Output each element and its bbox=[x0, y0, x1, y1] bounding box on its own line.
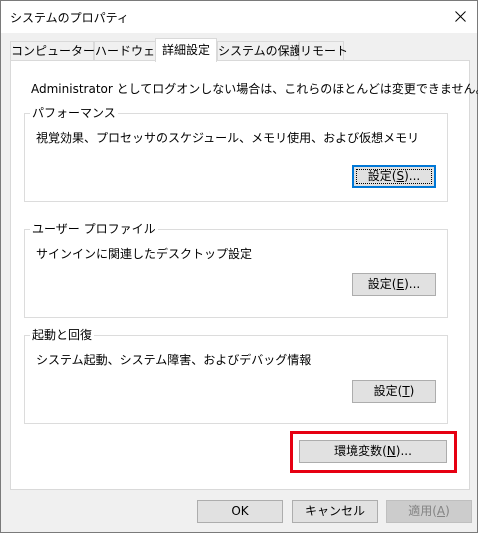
tab-hardware[interactable]: ハードウェア bbox=[94, 41, 167, 60]
apply-button[interactable]: 適用(A) bbox=[386, 500, 472, 523]
button-label-suffix: )... bbox=[404, 169, 421, 183]
button-label: キャンセル bbox=[304, 504, 365, 518]
tab-label: コンピューター名 bbox=[11, 44, 108, 58]
user-profile-group-title: ユーザー プロファイル bbox=[30, 222, 158, 236]
mnemonic: A bbox=[436, 504, 446, 518]
cancel-button[interactable]: キャンセル bbox=[292, 500, 378, 523]
startup-recovery-settings-button[interactable]: 設定(T) bbox=[352, 380, 436, 403]
performance-group-title: パフォーマンス bbox=[30, 106, 118, 120]
window-title: システムのプロパティ bbox=[10, 11, 129, 25]
button-label: 設定( bbox=[367, 277, 397, 291]
mnemonic: N bbox=[386, 444, 396, 458]
startup-recovery-group-title: 起動と回復 bbox=[30, 328, 95, 342]
tab-label: リモート bbox=[300, 44, 349, 58]
mnemonic: S bbox=[396, 169, 405, 183]
mnemonic: E bbox=[396, 277, 405, 291]
button-label-suffix: )... bbox=[395, 444, 412, 458]
tab-advanced[interactable]: 詳細設定 bbox=[155, 38, 217, 62]
performance-group bbox=[24, 113, 448, 202]
button-label: 適用( bbox=[408, 504, 437, 518]
button-label: 環境変数( bbox=[334, 444, 387, 458]
mnemonic: T bbox=[402, 384, 410, 398]
environment-variables-button[interactable]: 環境変数(N)... bbox=[299, 440, 447, 463]
system-properties-dialog: システムのプロパティ コンピューター名 ハードウェア 詳細設定 システムの保護 … bbox=[0, 0, 478, 533]
user-profile-description: サインインに関連したデスクトップ設定 bbox=[36, 247, 253, 261]
admin-notice: Administrator としてログオンしない場合は、これらのほとんどは変更で… bbox=[31, 82, 478, 96]
tab-label: 詳細設定 bbox=[161, 43, 210, 57]
button-label-suffix: ) bbox=[445, 504, 450, 518]
startup-recovery-description: システム起動、システム障害、およびデバッグ情報 bbox=[36, 353, 312, 367]
performance-settings-button[interactable]: 設定(S)... bbox=[352, 165, 436, 188]
ok-button[interactable]: OK bbox=[197, 500, 283, 523]
button-label-suffix: )... bbox=[404, 277, 421, 291]
close-icon bbox=[455, 11, 466, 22]
tab-remote[interactable]: リモート bbox=[299, 41, 348, 60]
tab-computer-name[interactable]: コンピューター名 bbox=[10, 41, 107, 60]
close-button[interactable] bbox=[445, 1, 477, 33]
title-bar[interactable]: システムのプロパティ bbox=[1, 1, 477, 33]
performance-description: 視覚効果、プロセッサのスケジュール、メモリ使用、および仮想メモリ bbox=[36, 131, 420, 145]
button-label: OK bbox=[231, 504, 249, 518]
tab-label: システムの保護 bbox=[218, 44, 302, 58]
button-label: 設定( bbox=[373, 384, 403, 398]
button-label: 設定( bbox=[367, 169, 397, 183]
user-profile-settings-button[interactable]: 設定(E)... bbox=[352, 273, 436, 296]
tab-system-protection[interactable]: システムの保護 bbox=[217, 41, 302, 60]
button-label-suffix: ) bbox=[409, 384, 415, 398]
